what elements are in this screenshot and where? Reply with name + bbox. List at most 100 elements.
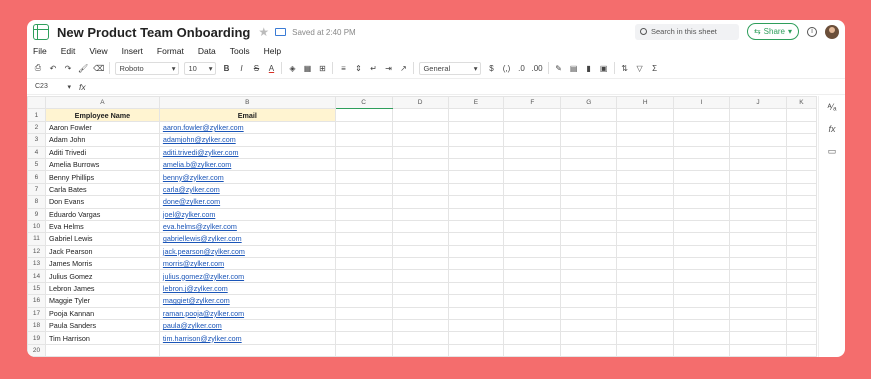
empty-cell[interactable] [673, 331, 731, 345]
empty-cell[interactable] [560, 343, 618, 357]
empty-cell[interactable] [560, 133, 618, 147]
column-header[interactable]: B [158, 96, 336, 110]
empty-cell[interactable] [785, 232, 817, 246]
column-header[interactable]: J [729, 96, 787, 110]
merge-cells-icon[interactable]: ⊞ [317, 64, 327, 73]
empty-cell[interactable] [560, 331, 618, 345]
number-format-dropdown[interactable]: General ▾ [419, 61, 482, 75]
employee-name-cell[interactable]: Don Evans [44, 195, 160, 209]
empty-cell[interactable] [673, 108, 731, 122]
empty-cell[interactable] [560, 170, 618, 184]
email-link[interactable]: done@zylker.com [163, 197, 220, 206]
row-header[interactable]: 2 [27, 120, 46, 135]
document-title[interactable]: New Product Team Onboarding [57, 25, 250, 40]
menu-view[interactable]: View [89, 46, 107, 56]
empty-cell[interactable] [334, 157, 393, 172]
empty-cell[interactable] [616, 306, 675, 321]
empty-cell[interactable] [391, 232, 449, 246]
print-icon[interactable]: ⎙ [33, 63, 43, 73]
empty-cell[interactable] [391, 195, 449, 209]
italic-button[interactable]: I [236, 64, 246, 73]
sort-icon[interactable]: ⇅ [620, 64, 630, 73]
row-header[interactable]: 5 [27, 157, 46, 172]
empty-cell[interactable] [334, 108, 393, 122]
avatar[interactable] [825, 24, 839, 39]
empty-cell[interactable] [447, 281, 505, 296]
email-link[interactable]: julius.gomez@zylker.com [163, 272, 244, 281]
email-cell[interactable]: eva.helms@zylker.com [158, 219, 336, 234]
borders-icon[interactable]: ▦ [302, 64, 312, 73]
menu-tools[interactable]: Tools [230, 46, 250, 56]
email-link[interactable]: amelia.b@zylker.com [163, 160, 231, 169]
bold-button[interactable]: B [221, 64, 231, 73]
info-icon[interactable]: i [807, 26, 817, 37]
column-header[interactable]: C [334, 96, 393, 110]
empty-cell[interactable] [785, 294, 817, 308]
email-link[interactable]: lebron.j@zylker.com [163, 284, 228, 293]
employee-name-cell[interactable]: Aaron Fowler [44, 120, 160, 135]
row-header[interactable]: 3 [27, 133, 46, 147]
empty-cell[interactable] [560, 281, 618, 296]
employee-name-cell[interactable]: Carla Bates [44, 182, 160, 197]
empty-cell[interactable] [503, 182, 562, 197]
currency-button[interactable]: $ [486, 64, 496, 73]
email-link[interactable]: aditi.trivedi@zylker.com [163, 148, 239, 157]
empty-cell[interactable] [447, 145, 505, 159]
row-header[interactable]: 10 [27, 219, 46, 234]
strikethrough-button[interactable]: S [251, 64, 261, 73]
empty-cell[interactable] [616, 182, 675, 197]
empty-cell[interactable] [729, 195, 787, 209]
empty-cell[interactable] [391, 170, 449, 184]
empty-cell[interactable] [616, 207, 675, 221]
empty-cell[interactable] [673, 269, 731, 283]
empty-cell[interactable] [503, 145, 562, 159]
row-header[interactable]: 14 [27, 269, 46, 283]
empty-cell[interactable] [673, 257, 731, 271]
empty-cell[interactable] [503, 195, 562, 209]
empty-cell[interactable] [334, 331, 393, 345]
share-button[interactable]: ⇆ Share ▾ [747, 23, 799, 40]
empty-cell[interactable] [729, 182, 787, 197]
row-header[interactable]: 18 [27, 319, 46, 333]
empty-cell[interactable] [391, 294, 449, 308]
employee-name-cell[interactable]: Paula Sanders [44, 319, 160, 333]
translate-icon[interactable]: ᴬ⁄ₐ [828, 102, 837, 112]
employee-name-cell[interactable]: Benny Phillips [44, 170, 160, 184]
empty-cell[interactable] [334, 232, 393, 246]
table-icon[interactable]: ▤ [569, 64, 579, 73]
column-header[interactable]: H [616, 96, 675, 110]
empty-cell[interactable] [616, 319, 675, 333]
empty-cell[interactable] [616, 108, 675, 122]
email-link[interactable]: morris@zylker.com [163, 259, 224, 268]
empty-cell[interactable] [785, 182, 817, 197]
email-cell[interactable]: gabriellewis@zylker.com [158, 232, 336, 246]
filter-icon[interactable]: ▽ [635, 64, 645, 73]
empty-cell[interactable] [560, 182, 618, 197]
empty-cell[interactable] [673, 157, 731, 172]
empty-cell[interactable] [729, 343, 787, 357]
email-cell[interactable]: paula@zylker.com [158, 319, 336, 333]
empty-cell[interactable] [503, 244, 562, 259]
function-icon[interactable]: fx [79, 82, 86, 92]
empty-cell[interactable] [785, 133, 817, 147]
align-left-icon[interactable]: ≡ [338, 64, 348, 73]
empty-cell[interactable] [785, 207, 817, 221]
email-link[interactable]: adamjohn@zylker.com [163, 135, 236, 144]
row-header[interactable]: 11 [27, 232, 46, 246]
empty-cell[interactable] [503, 120, 562, 135]
image-icon[interactable]: ▣ [599, 64, 609, 73]
empty-cell[interactable] [729, 331, 787, 345]
email-link[interactable]: eva.helms@zylker.com [163, 222, 237, 231]
empty-cell[interactable] [503, 232, 562, 246]
header-cell-email[interactable]: Email [158, 108, 336, 122]
empty-cell[interactable] [673, 294, 731, 308]
email-link[interactable]: jack.pearson@zylker.com [163, 247, 245, 256]
empty-cell[interactable] [391, 306, 449, 321]
row-header[interactable]: 8 [27, 195, 46, 209]
empty-cell[interactable] [334, 244, 393, 259]
empty-cell[interactable] [391, 257, 449, 271]
empty-cell[interactable] [785, 219, 817, 234]
empty-cell[interactable] [673, 319, 731, 333]
empty-cell[interactable] [44, 343, 160, 357]
empty-cell[interactable] [785, 306, 817, 321]
